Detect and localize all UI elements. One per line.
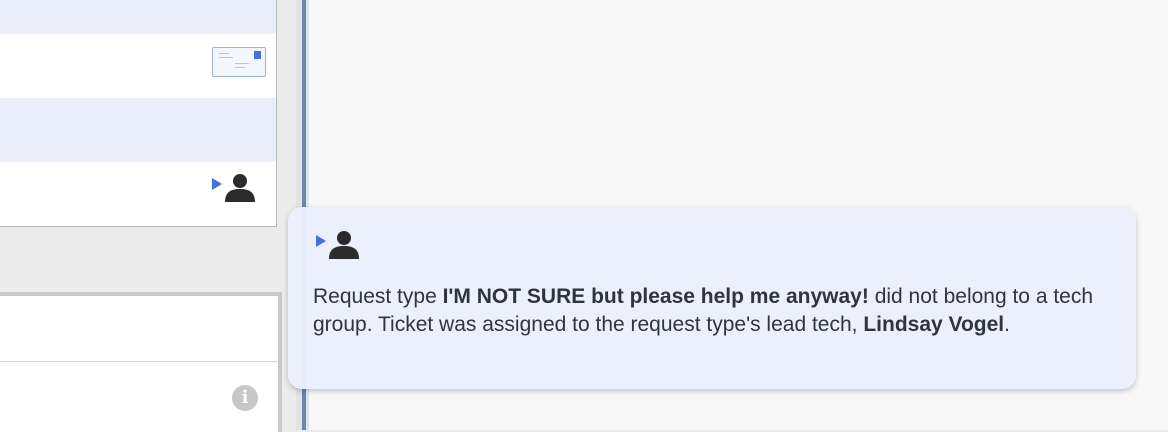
info-icon[interactable]: i (232, 385, 258, 411)
request-type-name: I'M NOT SURE but please help me anyway! (442, 285, 869, 308)
message-prefix: Request type (313, 285, 443, 308)
detail-panel: i (0, 292, 282, 432)
list-item[interactable] (0, 98, 276, 162)
list-item[interactable] (0, 0, 276, 34)
assigned-tech-icon[interactable] (212, 172, 260, 204)
list-item[interactable] (0, 34, 276, 98)
assignment-tooltip: Request type I'M NOT SURE but please hel… (288, 207, 1136, 389)
message-suffix: . (1004, 313, 1010, 336)
divider (0, 361, 278, 362)
assigned-tech-icon (316, 231, 359, 259)
lead-tech-name: Lindsay Vogel (863, 313, 1005, 336)
envelope-icon (212, 47, 266, 77)
tooltip-message: Request type I'M NOT SURE but please hel… (313, 283, 1118, 339)
list-item[interactable] (0, 162, 276, 226)
history-list (0, 0, 277, 227)
